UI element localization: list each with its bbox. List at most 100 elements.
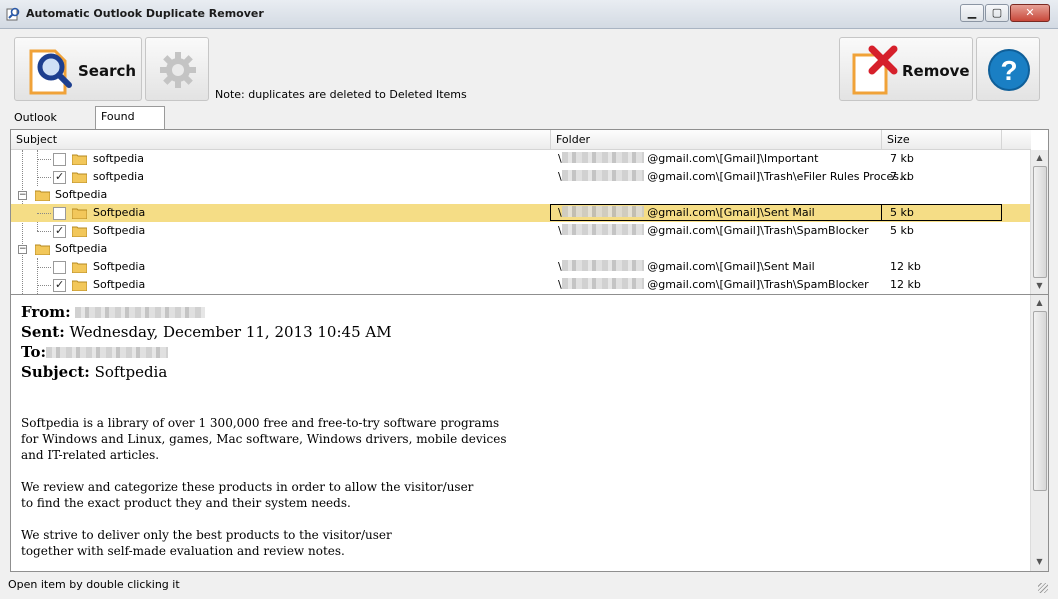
scroll-thumb[interactable] <box>1033 311 1047 491</box>
column-folder[interactable]: Folder <box>551 130 882 149</box>
folder-icon <box>72 154 87 165</box>
group-subject: Softpedia <box>55 188 108 201</box>
message-preview: From: Sent: Wednesday, December 11, 2013… <box>10 294 1049 572</box>
column-size[interactable]: Size <box>882 130 1002 149</box>
remove-button[interactable]: Remove <box>839 37 973 101</box>
body-line: to find the exact product they and their… <box>21 496 351 510</box>
tree-line <box>37 231 51 232</box>
body-line: Softpedia is a library of over 1 300,000… <box>21 416 500 430</box>
grid-header: Subject Folder Size <box>11 130 1031 150</box>
row-folder: \ @gmail.com\[Gmail]\Important <box>558 152 819 165</box>
resize-grip-icon[interactable] <box>1038 583 1048 593</box>
note-text: Note: duplicates are deleted to Deleted … <box>215 88 467 101</box>
settings-button[interactable] <box>145 37 209 101</box>
grid-scrollbar[interactable]: ▲ ▼ <box>1030 150 1048 294</box>
grid-rows: softpedia \ @gmail.com\[Gmail]\Important… <box>11 150 1031 294</box>
close-button[interactable]: ✕ <box>1010 4 1050 22</box>
row-folder: \ @gmail.com\[Gmail]\Sent Mail <box>558 206 815 219</box>
row-size: 5 kb <box>890 206 914 219</box>
row-folder: \ @gmail.com\[Gmail]\Trash\SpamBlocker <box>558 224 869 237</box>
row-checkbox[interactable] <box>53 168 66 186</box>
folder-icon <box>72 172 87 183</box>
search-button-label: Search <box>78 62 137 80</box>
tab-outlook-folders[interactable]: Outlook Folders <box>9 109 62 142</box>
folder-icon <box>72 226 87 237</box>
scroll-down-icon[interactable]: ▼ <box>1033 555 1046 568</box>
row-subject: Softpedia <box>93 278 146 291</box>
body-line: We strive to deliver only the best produ… <box>21 528 392 542</box>
folder-icon <box>72 208 87 219</box>
search-button[interactable]: Search <box>14 37 142 101</box>
collapse-icon[interactable]: − <box>18 245 27 254</box>
folder-icon <box>72 280 87 291</box>
body-line: and IT-related articles. <box>21 448 160 462</box>
preview-sent: Sent: Wednesday, December 11, 2013 10:45… <box>21 323 392 341</box>
maximize-icon: ▢ <box>991 6 1003 19</box>
tab-found-duplicates[interactable]: Found Duplicates <box>95 106 166 143</box>
remove-button-label: Remove <box>902 62 970 80</box>
scroll-down-icon[interactable]: ▼ <box>1033 279 1046 292</box>
maximize-button[interactable]: ▢ <box>985 4 1009 22</box>
table-row[interactable]: Softpedia \ @gmail.com\[Gmail]\Trash\Spa… <box>11 276 1031 294</box>
row-checkbox[interactable] <box>53 207 66 220</box>
row-folder: \ @gmail.com\[Gmail]\Sent Mail <box>558 260 815 273</box>
tree-line <box>37 159 51 160</box>
folder-icon <box>35 244 50 255</box>
table-row-selected[interactable]: Softpedia \ @gmail.com\[Gmail]\Sent Mail… <box>11 204 1031 222</box>
row-subject: softpedia <box>93 152 144 165</box>
row-size: 7 kb <box>890 152 914 165</box>
minimize-button[interactable]: ▁ <box>960 4 984 22</box>
row-checkbox[interactable] <box>53 222 66 240</box>
row-subject: Softpedia <box>93 260 146 273</box>
preview-scrollbar[interactable]: ▲ ▼ <box>1030 295 1048 571</box>
search-icon <box>29 49 72 95</box>
svg-text:?: ? <box>1000 55 1017 86</box>
row-folder: \ @gmail.com\[Gmail]\Trash\eFiler Rules … <box>558 170 910 183</box>
group-subject: Softpedia <box>55 242 108 255</box>
window-title: Automatic Outlook Duplicate Remover <box>26 7 264 20</box>
row-size: 12 kb <box>890 278 921 291</box>
app-icon <box>6 7 20 21</box>
row-checkbox[interactable] <box>53 153 66 166</box>
remove-icon <box>852 45 898 95</box>
body-line: together with self-made evaluation and r… <box>21 544 345 558</box>
table-row[interactable]: softpedia \ @gmail.com\[Gmail]\Important… <box>11 150 1031 168</box>
help-button[interactable]: ? <box>976 37 1040 101</box>
duplicates-grid: Subject Folder Size softpedia \ @gmail.c… <box>10 129 1049 295</box>
row-checkbox[interactable] <box>53 276 66 294</box>
table-row[interactable]: softpedia \ @gmail.com\[Gmail]\Trash\eFi… <box>11 168 1031 186</box>
status-text: Open item by double clicking it <box>8 578 180 591</box>
row-folder: \ @gmail.com\[Gmail]\Trash\SpamBlocker <box>558 278 869 291</box>
tree-line <box>37 285 51 286</box>
row-size: 5 kb <box>890 224 914 237</box>
table-row[interactable]: Softpedia \ @gmail.com\[Gmail]\Sent Mail… <box>11 258 1031 276</box>
preview-from: From: <box>21 303 206 321</box>
tree-line <box>37 213 51 214</box>
group-row[interactable]: − Softpedia <box>11 186 1031 204</box>
table-row[interactable]: Softpedia \ @gmail.com\[Gmail]\Trash\Spa… <box>11 222 1031 240</box>
scroll-up-icon[interactable]: ▲ <box>1033 296 1046 309</box>
title-bar: Automatic Outlook Duplicate Remover ▁ ▢ … <box>0 0 1058 29</box>
folder-icon <box>35 190 50 201</box>
preview-to: To: <box>21 343 168 361</box>
row-subject: Softpedia <box>93 224 146 237</box>
row-subject: Softpedia <box>93 206 146 219</box>
group-row[interactable]: − Softpedia <box>11 240 1031 258</box>
help-icon: ? <box>988 49 1030 91</box>
row-size: 12 kb <box>890 260 921 273</box>
column-subject[interactable]: Subject <box>11 130 551 149</box>
row-checkbox[interactable] <box>53 261 66 274</box>
row-size: 7 kb <box>890 170 914 183</box>
scroll-thumb[interactable] <box>1033 166 1047 278</box>
folder-icon <box>72 262 87 273</box>
close-icon: ✕ <box>1025 6 1035 19</box>
minimize-icon: ▁ <box>967 6 977 19</box>
body-line: for Windows and Linux, games, Mac softwa… <box>21 432 507 446</box>
body-line: We review and categorize these products … <box>21 480 474 494</box>
preview-subject: Subject: Softpedia <box>21 363 168 381</box>
status-bar: Open item by double clicking it <box>0 574 1058 599</box>
collapse-icon[interactable]: − <box>18 191 27 200</box>
scroll-up-icon[interactable]: ▲ <box>1033 151 1046 164</box>
gear-icon <box>160 52 196 88</box>
row-subject: softpedia <box>93 170 144 183</box>
